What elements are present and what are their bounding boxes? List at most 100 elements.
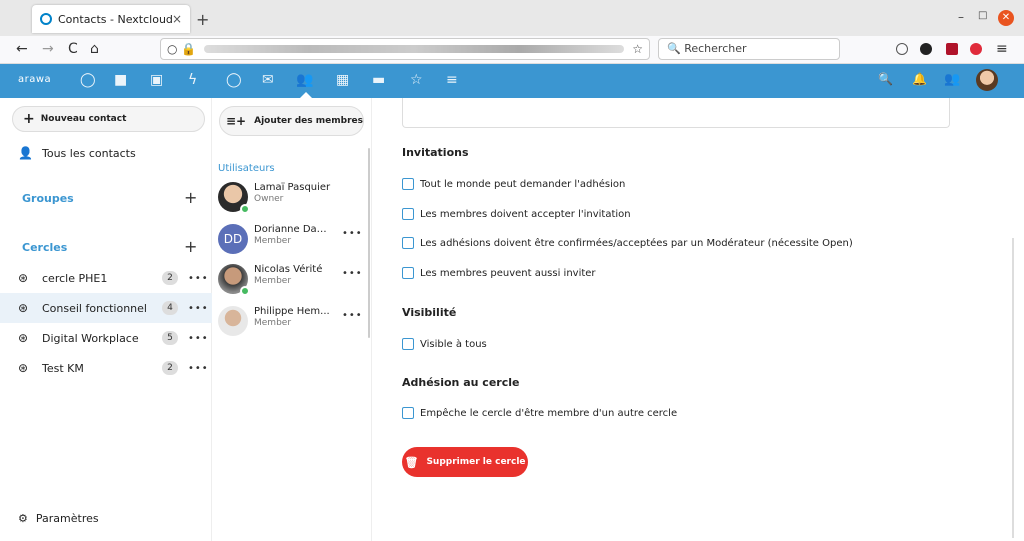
circle-more-button[interactable]: ••• [188,363,209,374]
member-more-button[interactable]: ••• [342,268,363,279]
member-item[interactable]: Lamaï Pasquier Owner [218,180,368,214]
checkbox-accept-invite[interactable]: Les membres doivent accepter l'invitatio… [402,208,631,220]
circle-icon: ⊛ [18,331,29,345]
member-item[interactable]: Nicolas Vérité Member ••• [218,262,368,296]
pocket-icon[interactable] [896,43,908,55]
circle-item-selected[interactable]: ⊛ Conseil fonctionnel [0,293,212,323]
circle-members-panel: ≡+ Ajouter des membres Utilisateurs Lama… [212,98,372,541]
visibility-heading: Visibilité [402,306,457,319]
contacts-icon: 👤 [18,146,33,160]
minimize-button[interactable]: – [958,10,964,24]
reload-button[interactable]: C [68,41,78,57]
new-contact-button[interactable]: + Nouveau contact [12,106,205,132]
member-more-button[interactable]: ••• [342,228,363,239]
home-button[interactable]: ⌂ [90,41,99,57]
files-icon[interactable]: ■ [114,72,127,88]
url-bar[interactable]: ○ 🔒 ☆ [160,38,650,60]
member-more-button[interactable]: ••• [342,310,363,321]
notes-icon[interactable]: ≡ [446,72,458,88]
maximize-button[interactable]: □ [978,10,987,21]
unified-search-icon[interactable]: 🔍 [878,72,893,86]
contacts-app-icon[interactable]: 👥 [296,72,313,88]
browser-tab-contacts[interactable]: Contacts - Nextcloud × [32,5,190,33]
member-role: Member [254,236,292,246]
circle-item[interactable]: ⊛ cercle PHE1 [0,263,212,293]
main-scrollbar[interactable] [1012,238,1014,538]
circle-item[interactable]: ⊛ Test KM [0,353,212,383]
checkbox-icon[interactable] [402,407,414,419]
checkbox-icon[interactable] [402,267,414,279]
trash-icon: 🗑 [404,455,419,469]
photos-icon[interactable]: ▣ [150,72,163,88]
circle-count: 2 [162,271,178,285]
brand-logo[interactable]: arawa [18,74,51,85]
circles-title[interactable]: Cercles [22,241,67,254]
forward-button[interactable]: → [42,41,54,57]
member-item[interactable]: Philippe Hem... Member ••• [218,304,368,338]
calendar-icon[interactable]: ▦ [336,72,349,88]
membership-heading: Adhésion au cercle [402,376,520,389]
circle-count: 5 [162,331,178,345]
members-scrollbar[interactable] [368,148,370,338]
checkbox-prevent-nesting[interactable]: Empêche le cercle d'être membre d'un aut… [402,407,677,419]
ublock-icon[interactable] [946,43,958,55]
checkbox-moderator-confirm[interactable]: Les adhésions doivent être confirmées/ac… [402,237,853,249]
extension-icon[interactable] [920,43,932,55]
deck-icon[interactable]: ▬ [372,72,385,88]
member-name: Lamaï Pasquier [254,182,331,193]
adblock-icon[interactable] [970,43,982,55]
circle-more-button[interactable]: ••• [188,333,209,344]
talk-icon[interactable]: ◯ [226,72,242,88]
bookmark-star-icon[interactable]: ☆ [632,42,643,56]
window-close-button[interactable]: ✕ [998,10,1014,26]
browser-navbar: ← → C ⌂ ○ 🔒 ☆ 🔍 Rechercher ≡ [0,36,1024,64]
back-button[interactable]: ← [16,41,28,57]
browser-tabbar: Contacts - Nextcloud × + – □ ✕ [0,0,1024,36]
favorites-icon[interactable]: ☆ [410,72,423,88]
member-role: Member [254,276,292,286]
circle-item[interactable]: ⊛ Digital Workplace [0,323,212,353]
member-name: Nicolas Vérité [254,264,323,275]
nextcloud-favicon-icon [40,13,52,25]
new-tab-button[interactable]: + [196,10,209,29]
browser-search-input[interactable]: 🔍 Rechercher [658,38,840,60]
circle-more-button[interactable]: ••• [188,273,209,284]
all-contacts-item[interactable]: 👤 Tous les contacts [0,138,212,168]
circle-settings-panel: Invitations Tout le monde peut demander … [372,98,1024,541]
checkbox-icon[interactable] [402,237,414,249]
checkbox-open-request[interactable]: Tout le monde peut demander l'adhésion [402,178,625,190]
checkbox-visible-all[interactable]: Visible à tous [402,338,487,350]
invitations-heading: Invitations [402,146,469,159]
dashboard-icon[interactable]: ◯ [80,72,96,88]
contacts-menu-icon[interactable]: 👥 [944,72,960,87]
checkbox-icon[interactable] [402,338,414,350]
member-avatar [218,306,248,336]
checkbox-icon[interactable] [402,208,414,220]
tab-title: Contacts - Nextcloud [58,12,172,26]
tab-close-icon[interactable]: × [172,12,182,26]
delete-circle-button[interactable]: 🗑 Supprimer le cercle [402,447,528,477]
settings-button[interactable]: ⚙ Paramètres [18,512,99,525]
checkbox-icon[interactable] [402,178,414,190]
add-members-button[interactable]: ≡+ Ajouter des membres [219,106,364,136]
user-avatar[interactable] [976,69,998,91]
activity-icon[interactable]: ϟ [188,72,197,88]
description-textarea[interactable] [402,98,950,128]
checkbox-members-invite[interactable]: Les membres peuvent aussi inviter [402,267,596,279]
plus-icon: + [23,111,35,127]
online-status-icon [240,204,250,214]
browser-menu-icon[interactable]: ≡ [996,41,1008,57]
online-status-icon [240,286,250,296]
circle-icon: ⊛ [18,361,29,375]
notifications-icon[interactable]: 🔔 [912,72,927,86]
url-text [204,45,625,53]
add-group-button[interactable]: + [184,188,197,207]
add-circle-button[interactable]: + [184,237,197,256]
mail-icon[interactable]: ✉ [262,72,274,88]
circle-more-button[interactable]: ••• [188,303,209,314]
member-name: Philippe Hem... [254,306,330,317]
groups-title[interactable]: Groupes [22,192,74,205]
circle-count: 4 [162,301,178,315]
circle-icon: ⊛ [18,301,29,315]
member-item[interactable]: DD Dorianne Dam... Member ••• [218,222,368,256]
